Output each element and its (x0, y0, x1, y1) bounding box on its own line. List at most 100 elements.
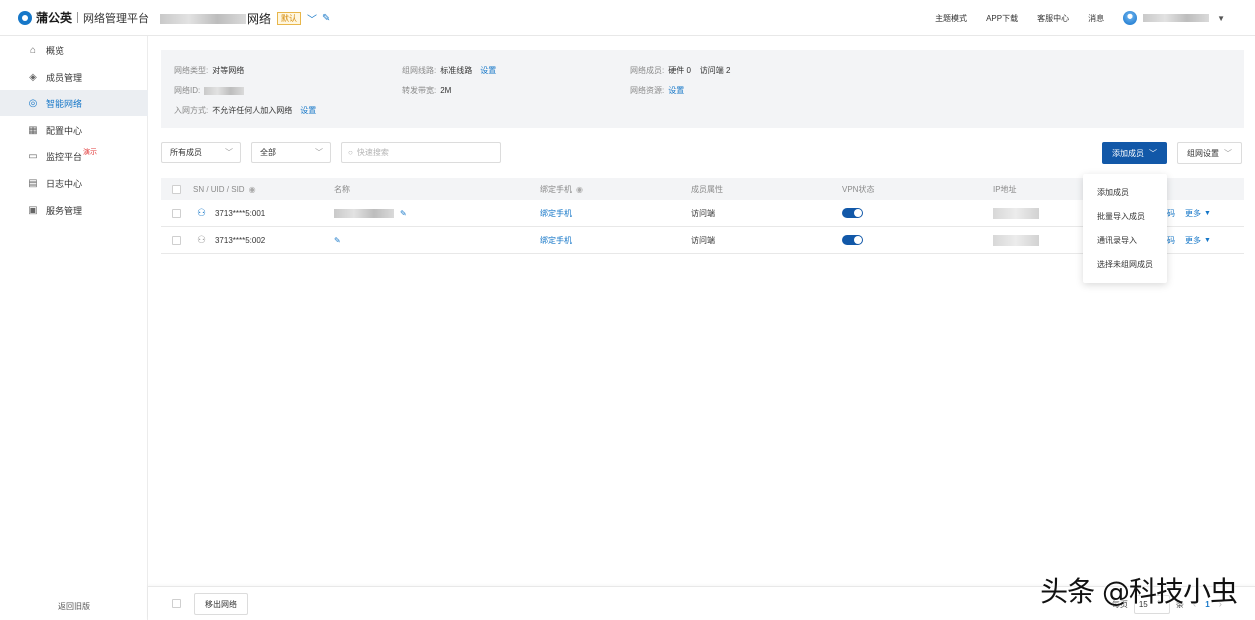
info-members: 网络成员: 硬件 0 访问端 2 (630, 66, 731, 75)
more-actions-link[interactable]: 更多 ▼ (1185, 227, 1211, 253)
ip-address-redacted (993, 207, 1039, 219)
more-actions-link[interactable]: 更多 ▼ (1185, 200, 1211, 226)
resources-settings-link[interactable]: 设置 (668, 85, 684, 96)
logo[interactable]: 蒲公英 网络管理平台 (18, 9, 149, 26)
column-header-attribute: 成员属性 (691, 184, 723, 194)
member-filter-select[interactable]: 所有成员 ﹀ (161, 142, 241, 163)
user-icon: ⚇ (197, 207, 206, 219)
sidebar-item-label: 配置中心 (46, 125, 83, 136)
top-nav: 主题模式 APP下载 客服中心 消息 ▼ (935, 0, 1255, 36)
network-name-suffix: 网络 (247, 12, 272, 26)
sidebar-item-services[interactable]: ▣ 服务管理 (0, 197, 148, 223)
sidebar-item-label: 概览 (46, 45, 65, 56)
home-icon: ⌂ (29, 44, 37, 56)
eye-icon[interactable]: ◉ (576, 185, 583, 194)
member-id: 3713****5:001 (214, 208, 266, 218)
top-header: 蒲公英 网络管理平台 网络 默认 ﹀ ✎ 主题模式 APP下载 客服中心 消息 … (0, 0, 1255, 36)
document-icon: ▣ (28, 204, 38, 216)
info-resources: 网络资源: 设置 (630, 85, 685, 96)
column-header-name: 名称 (334, 184, 350, 194)
add-member-dropdown-menu: 添加成员 批量导入成员 通讯录导入 选择未组网成员 (1083, 174, 1167, 283)
network-settings-button[interactable]: 组网设置 ﹀ (1177, 142, 1242, 164)
chevron-down-icon: ﹀ (225, 148, 233, 157)
join-settings-link[interactable]: 设置 (300, 105, 316, 116)
info-network-type: 网络类型: 对等网络 (174, 66, 245, 75)
eye-icon[interactable]: ◉ (249, 185, 256, 194)
nav-customer-service[interactable]: 客服中心 (1037, 13, 1069, 24)
avatar[interactable] (1123, 11, 1138, 25)
edit-pencil-icon[interactable]: ✎ (400, 209, 407, 218)
sidebar-item-overview[interactable]: ⌂ 概览 (0, 37, 148, 63)
add-member-button[interactable]: 添加成员 ﹀ (1102, 142, 1167, 164)
nav-theme-mode[interactable]: 主题模式 (935, 13, 967, 24)
edit-pencil-icon[interactable]: ✎ (322, 13, 330, 24)
sidebar: ⌂ 概览 ◈ 成员管理 ◎ 智能网络 ▦ 配置中心 ▭ 监控平台 演示 ▤ 日志… (0, 36, 148, 620)
watermark: 头条 @科技小虫 (1040, 575, 1238, 608)
sidebar-item-label: 监控平台 (46, 151, 83, 162)
table-header: SN / UID / SID ◉ 名称 绑定手机 ◉ 成员属性 VPN状态 IP… (161, 178, 1244, 200)
column-header-vpn-status: VPN状态 (842, 184, 875, 194)
nav-app-download[interactable]: APP下载 (986, 13, 1018, 24)
logo-divider (77, 12, 79, 23)
search-icon: ○ (348, 148, 353, 157)
main-content: 网络类型: 对等网络 组网线路: 标准线路 设置 网络成员: 硬件 0 访问端 … (148, 36, 1255, 620)
info-bandwidth: 转发带宽: 2M (402, 86, 452, 95)
sidebar-item-smart-network[interactable]: ◎ 智能网络 (0, 90, 148, 116)
vpn-toggle[interactable] (842, 208, 863, 218)
info-network-id: 网络ID: (174, 85, 245, 96)
sidebar-item-label: 成员管理 (46, 72, 83, 83)
row-checkbox[interactable] (172, 208, 181, 218)
table-row: ⚇ 3713****5:001 ✎ 绑定手机 访问端 码 更多 ▼ (161, 200, 1244, 227)
menu-item-batch-import[interactable]: 批量导入成员 (1097, 211, 1145, 222)
menu-item-add-member[interactable]: 添加成员 (1097, 187, 1129, 198)
network-name-redacted (160, 13, 246, 24)
column-header-id: SN / UID / SID ◉ (193, 184, 256, 194)
row-action-partial[interactable]: 码 (1167, 227, 1175, 253)
member-attribute: 访问端 (691, 208, 715, 218)
vpn-toggle[interactable] (842, 235, 863, 245)
sidebar-item-monitor[interactable]: ▭ 监控平台 演示 (0, 143, 148, 169)
footer-select-all-checkbox[interactable] (172, 599, 181, 608)
line-settings-link[interactable]: 设置 (480, 65, 496, 76)
bind-phone-link[interactable]: 绑定手机 (540, 200, 572, 226)
nav-messages[interactable]: 消息 (1088, 13, 1104, 24)
chevron-down-icon: ﹀ (1224, 148, 1232, 158)
sidebar-item-label: 智能网络 (46, 98, 83, 109)
sidebar-item-members[interactable]: ◈ 成员管理 (0, 64, 148, 90)
caret-down-icon: ▼ (1204, 209, 1211, 217)
bind-phone-link[interactable]: 绑定手机 (540, 227, 572, 253)
member-name-redacted (334, 208, 394, 218)
network-id-redacted (204, 86, 245, 95)
remove-from-network-button[interactable]: 移出网络 (194, 593, 248, 615)
user-name-redacted[interactable] (1143, 14, 1210, 22)
row-action-partial[interactable]: 码 (1167, 200, 1175, 226)
table-row: ⚇ 3713****5:002 ✎ 绑定手机 访问端 码 更多 ▼ (161, 227, 1244, 254)
menu-item-contacts-import[interactable]: 通讯录导入 (1097, 235, 1137, 246)
default-badge: 默认 (277, 12, 302, 25)
sidebar-item-label: 服务管理 (46, 205, 83, 216)
info-join-method: 入网方式: 不允许任何人加入网络 设置 (174, 105, 317, 116)
row-checkbox[interactable] (172, 235, 181, 245)
chevron-down-icon: ﹀ (1149, 148, 1157, 158)
sidebar-item-label: 日志中心 (46, 178, 83, 189)
sidebar-item-config[interactable]: ▦ 配置中心 (0, 117, 148, 143)
back-to-old-version-link[interactable]: 返回旧版 (0, 601, 148, 612)
logo-icon (18, 10, 32, 25)
menu-item-select-unjoined[interactable]: 选择未组网成员 (1097, 259, 1153, 270)
status-filter-select[interactable]: 全部 ﹀ (251, 142, 331, 163)
chevron-down-icon[interactable]: ﹀ (307, 11, 317, 26)
column-header-phone: 绑定手机 ◉ (540, 184, 583, 194)
network-title[interactable]: 网络 默认 ﹀ ✎ (160, 10, 330, 27)
caret-down-icon[interactable]: ▼ (1217, 14, 1225, 23)
search-input[interactable] (356, 148, 487, 157)
network-icon: ◎ (28, 97, 38, 109)
ip-address-redacted (993, 234, 1039, 246)
clipboard-icon: ▤ (28, 177, 38, 189)
sidebar-item-logs[interactable]: ▤ 日志中心 (0, 170, 148, 196)
select-all-checkbox[interactable] (172, 184, 181, 194)
user-icon: ⚇ (197, 234, 206, 246)
edit-pencil-icon[interactable]: ✎ (334, 236, 341, 245)
search-box: ○ (341, 142, 501, 163)
member-id: 3713****5:002 (214, 235, 266, 245)
member-attribute: 访问端 (691, 235, 715, 245)
